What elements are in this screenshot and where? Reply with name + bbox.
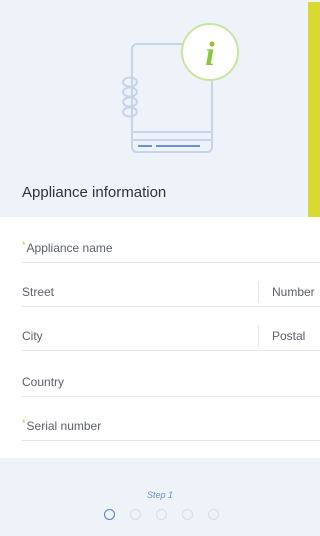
step-dot-1[interactable] — [104, 509, 115, 520]
field-divider — [258, 325, 259, 347]
hero-section: i Appliance information — [0, 0, 320, 217]
postal-label[interactable]: Postal — [272, 329, 305, 343]
city-field[interactable]: City Postal — [22, 307, 320, 351]
country-label: Country — [22, 375, 65, 389]
step-dot-5[interactable] — [208, 509, 219, 520]
step-footer: Step 1 — [0, 458, 320, 536]
info-icon: i — [181, 23, 239, 81]
required-marker: * — [22, 240, 26, 250]
svg-text:i: i — [205, 36, 215, 73]
step-label: Step 1 — [146, 490, 174, 500]
number-label[interactable]: Number — [272, 285, 315, 299]
step-dot-4[interactable] — [182, 509, 193, 520]
page-title: Appliance information — [22, 184, 167, 201]
required-marker: * — [22, 418, 26, 428]
city-label: City — [22, 329, 43, 343]
country-field[interactable]: Country — [22, 353, 320, 397]
field-divider — [258, 281, 259, 303]
serial-number-label: Serial number — [26, 419, 102, 433]
appliance-name-field[interactable]: *Appliance name — [22, 219, 320, 263]
appliance-name-label: Appliance name — [26, 241, 113, 255]
step-dot-2[interactable] — [130, 509, 141, 520]
appliance-form: *Appliance name Street Number City Posta… — [0, 217, 320, 458]
step-dot-3[interactable] — [156, 509, 167, 520]
street-field[interactable]: Street Number — [22, 263, 320, 307]
serial-number-field[interactable]: *Serial number — [22, 397, 320, 441]
street-label: Street — [22, 285, 55, 299]
